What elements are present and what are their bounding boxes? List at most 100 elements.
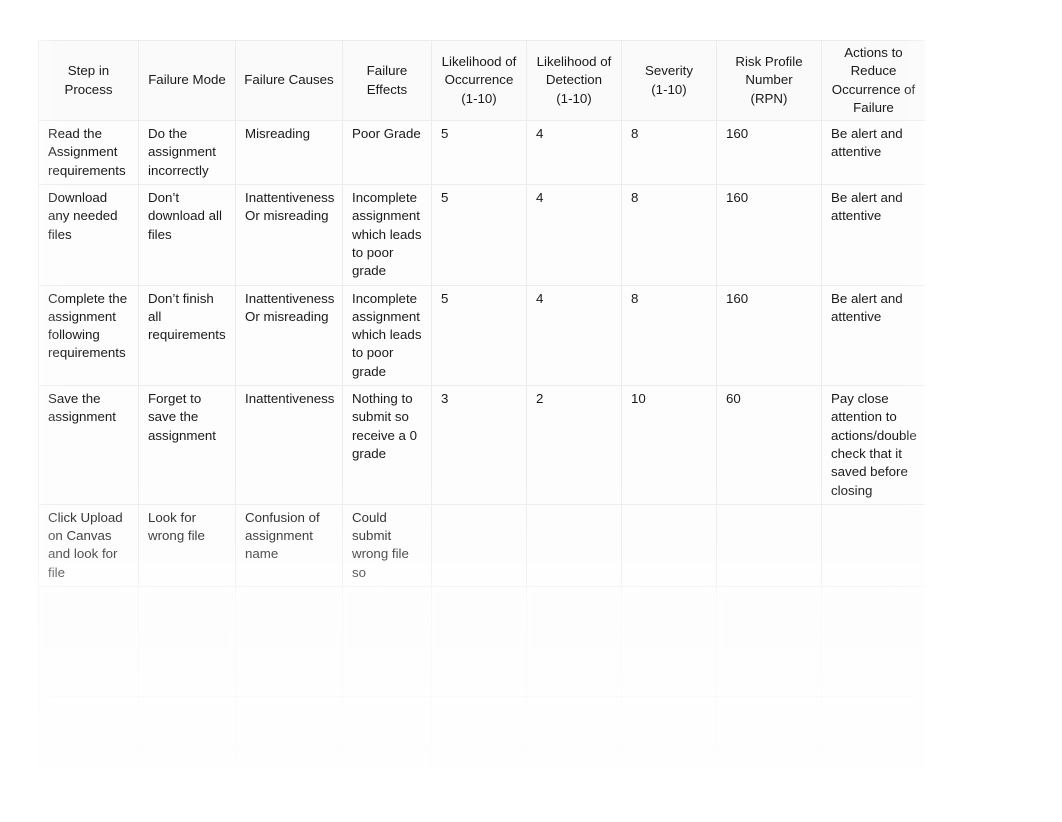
cell-detection <box>526 503 622 588</box>
column-header-actions-to-reduce-occurrence: Actions to Reduce Occurrence of Failure <box>821 40 925 122</box>
cell-occurrence: 3 <box>431 385 527 505</box>
cell-failure-mode: Do the assignment incorrectly <box>138 120 236 186</box>
table-row <box>38 586 925 698</box>
cell-detection: 4 <box>526 120 622 186</box>
cell-occurrence <box>431 503 527 588</box>
cell-step: Complete the assignment following requir… <box>38 284 139 387</box>
cell-failure-mode <box>138 696 236 750</box>
table-body: Read the Assignment requirements Do the … <box>38 120 925 769</box>
cell-severity <box>621 586 717 698</box>
cell-severity: 8 <box>621 120 717 186</box>
cell-severity: 8 <box>621 284 717 387</box>
cell-failure-causes <box>235 748 343 769</box>
header-line: Process <box>64 81 113 97</box>
cell-failure-mode: Don’t download all files <box>138 184 236 286</box>
table-row: Click Upload on Canvas and look for file… <box>38 503 925 588</box>
cell-failure-causes: Confusion of assignment name <box>235 503 343 588</box>
cell-failure-causes: Misreading <box>235 120 343 186</box>
cell-severity: 8 <box>621 184 717 286</box>
column-header-severity: Severity (1-10) <box>621 40 717 122</box>
header-line: (1-10) <box>651 81 687 97</box>
cell-detection <box>526 696 622 750</box>
cell-occurrence <box>431 748 527 769</box>
cell-step: Save the assignment <box>38 385 139 505</box>
cell-rpn: 160 <box>716 184 822 286</box>
cell-rpn: 60 <box>716 385 822 505</box>
column-header-failure-causes: Failure Causes <box>235 40 343 122</box>
header-line: (1-10) <box>461 90 497 106</box>
header-line: Actions to <box>844 45 903 60</box>
table-row <box>38 696 925 750</box>
fmea-table-container: Step in Process Failure Mode Failure Cau… <box>38 40 925 769</box>
header-line: Failure Mode <box>148 72 226 88</box>
cell-rpn: 160 <box>716 284 822 387</box>
header-line: Step in <box>67 63 110 79</box>
cell-failure-causes: Inattentiveness Or misreading <box>235 184 343 286</box>
cell-failure-effects: Poor Grade <box>342 120 432 186</box>
column-header-likelihood-of-occurrence: Likelihood of Occurrence (1-10) <box>431 40 527 122</box>
header-line: Likelihood of <box>536 54 612 70</box>
cell-step <box>38 696 139 750</box>
cell-failure-effects: Incomplete assignment which leads to poo… <box>342 184 432 286</box>
header-line: Failure <box>853 99 894 115</box>
header-line: Number <box>745 72 793 88</box>
cell-rpn <box>716 586 822 698</box>
table-row: Read the Assignment requirements Do the … <box>38 120 925 186</box>
cell-actions <box>821 748 925 769</box>
cell-failure-effects: Nothing to submit so receive a 0 grade <box>342 385 432 505</box>
header-line: Severity <box>644 63 694 79</box>
cell-step: Click Upload on Canvas and look for file <box>38 503 139 588</box>
table-row <box>38 748 925 769</box>
cell-step: Read the Assignment requirements <box>38 120 139 186</box>
cell-detection <box>526 586 622 698</box>
header-line: Failure <box>366 63 408 79</box>
header-line: Occurrence of <box>831 81 916 97</box>
cell-rpn: 160 <box>716 120 822 186</box>
cell-detection: 2 <box>526 385 622 505</box>
table-row: Complete the assignment following requir… <box>38 284 925 387</box>
cell-failure-causes <box>235 586 343 698</box>
cell-actions: Pay close attention to actions/double ch… <box>821 385 925 505</box>
header-line: Occurrence <box>444 72 514 88</box>
header-line: Failure Causes <box>244 72 334 88</box>
cell-occurrence: 5 <box>431 284 527 387</box>
cell-step <box>38 586 139 698</box>
cell-severity <box>621 748 717 769</box>
cell-failure-mode: Look for wrong file <box>138 503 236 588</box>
cell-rpn <box>716 503 822 588</box>
cell-detection: 4 <box>526 184 622 286</box>
cell-occurrence <box>431 586 527 698</box>
cell-severity <box>621 503 717 588</box>
column-header-failure-mode: Failure Mode <box>138 40 236 122</box>
table-row: Save the assignment Forget to save the a… <box>38 385 925 505</box>
header-line: Effects <box>366 81 408 97</box>
cell-step <box>38 748 139 769</box>
column-header-step-in-process: Step in Process <box>38 40 139 122</box>
cell-failure-effects: Incomplete assignment which leads to poo… <box>342 284 432 387</box>
cell-detection: 4 <box>526 284 622 387</box>
cell-actions: Be alert and attentive <box>821 284 925 387</box>
header-line: Reduce <box>850 63 897 79</box>
header-line: (1-10) <box>556 90 592 106</box>
cell-rpn <box>716 696 822 750</box>
column-header-likelihood-of-detection: Likelihood of Detection (1-10) <box>526 40 622 122</box>
cell-failure-causes <box>235 696 343 750</box>
header-line: (RPN) <box>750 90 788 106</box>
header-line: Risk Profile <box>735 54 803 70</box>
cell-failure-mode <box>138 586 236 698</box>
cell-severity <box>621 696 717 750</box>
cell-failure-effects <box>342 586 432 698</box>
cell-actions <box>821 586 925 698</box>
cell-severity: 10 <box>621 385 717 505</box>
fmea-table: Step in Process Failure Mode Failure Cau… <box>38 40 925 769</box>
cell-failure-mode: Don’t finish all requirements <box>138 284 236 387</box>
table-header: Step in Process Failure Mode Failure Cau… <box>38 40 925 122</box>
cell-actions <box>821 696 925 750</box>
document-page: Step in Process Failure Mode Failure Cau… <box>0 0 1062 822</box>
cell-actions: Be alert and attentive <box>821 120 925 186</box>
cell-failure-mode <box>138 748 236 769</box>
cell-detection <box>526 748 622 769</box>
cell-failure-effects <box>342 696 432 750</box>
cell-actions: Be alert and attentive <box>821 184 925 286</box>
cell-occurrence: 5 <box>431 120 527 186</box>
